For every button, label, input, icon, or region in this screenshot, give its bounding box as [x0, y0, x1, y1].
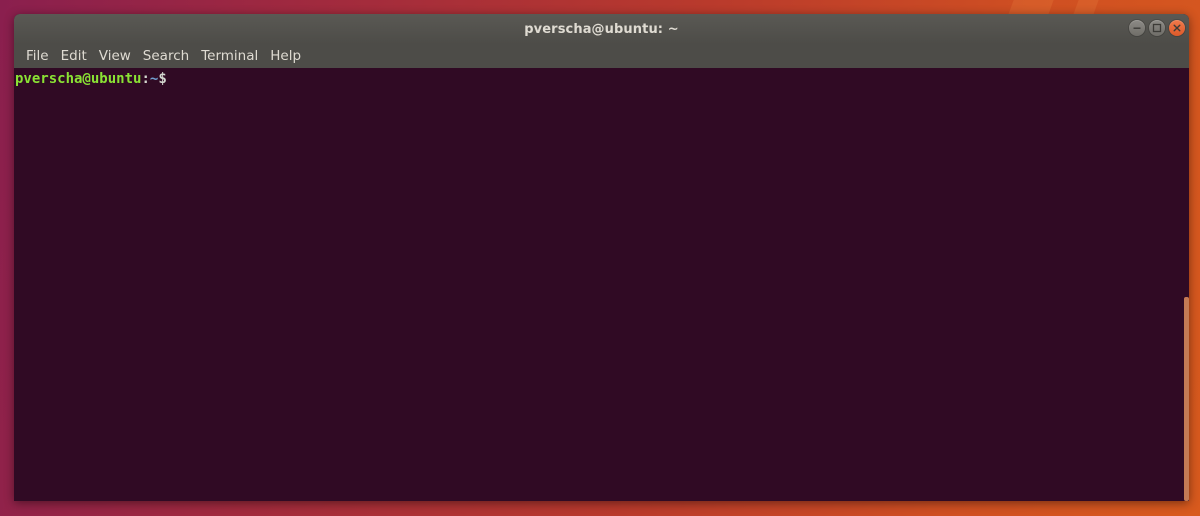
menu-edit[interactable]: Edit [55, 44, 93, 68]
menu-search[interactable]: Search [137, 44, 195, 68]
minimize-button[interactable] [1129, 20, 1145, 36]
minimize-icon [1133, 27, 1141, 29]
terminal-window: pverscha@ubuntu: ~ File Edit View Search… [14, 14, 1189, 501]
prompt-separator: : [141, 71, 150, 87]
terminal-area[interactable]: pverscha@ubuntu:~$ [14, 68, 1189, 501]
maximize-icon [1152, 23, 1162, 33]
scrollbar-thumb[interactable] [1184, 297, 1189, 501]
close-icon [1173, 24, 1181, 32]
menu-file[interactable]: File [20, 44, 55, 68]
scrollbar[interactable] [1183, 68, 1189, 501]
maximize-button[interactable] [1149, 20, 1165, 36]
shell-prompt: pverscha@ubuntu:~$ [15, 70, 167, 88]
window-controls [1129, 20, 1185, 36]
menu-help[interactable]: Help [264, 44, 307, 68]
window-title: pverscha@ubuntu: ~ [524, 21, 679, 37]
menu-view[interactable]: View [93, 44, 137, 68]
close-button[interactable] [1169, 20, 1185, 36]
prompt-symbol: $ [158, 71, 167, 87]
prompt-user-host: pverscha@ubuntu [15, 71, 142, 87]
menu-terminal[interactable]: Terminal [195, 44, 264, 68]
title-bar[interactable]: pverscha@ubuntu: ~ [14, 14, 1189, 44]
menu-bar: File Edit View Search Terminal Help [14, 44, 1189, 68]
